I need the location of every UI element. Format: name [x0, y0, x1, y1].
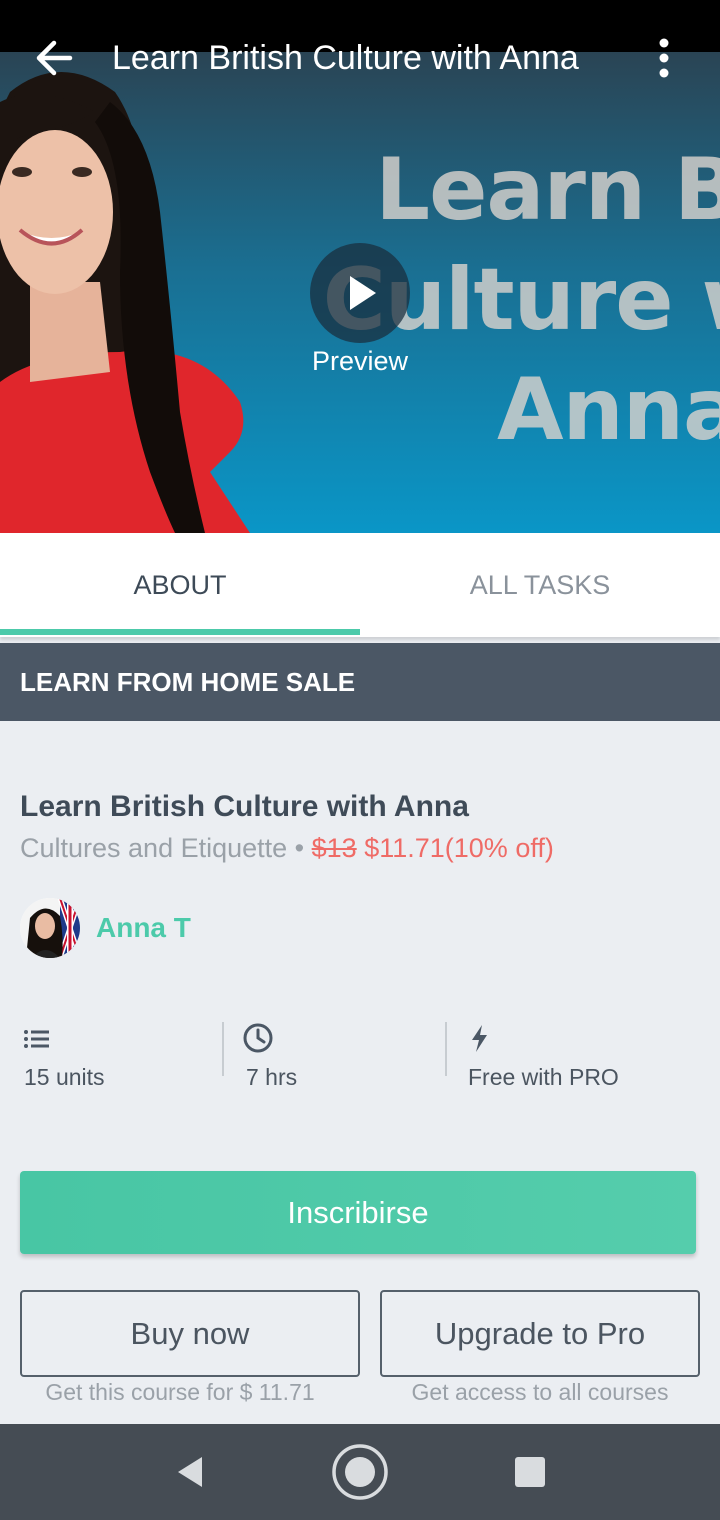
more-vert-icon [659, 38, 669, 78]
separator: • [287, 833, 312, 863]
arrow-left-icon [36, 40, 73, 76]
preview-label: Preview [311, 346, 409, 376]
more-options-button[interactable] [644, 36, 684, 80]
upgrade-caption: Get access to all courses [411, 1379, 669, 1405]
page-title: Learn British Culture with Anna [112, 39, 579, 77]
hero-title-line-1: Learn Br [375, 140, 720, 240]
nav-back-icon[interactable] [172, 1454, 208, 1490]
tab-all-tasks[interactable]: ALL TASKS [360, 533, 720, 637]
stat-divider [222, 1022, 224, 1076]
course-title: Learn British Culture with Anna [20, 790, 469, 823]
pro-label: Free with PRO [468, 1064, 619, 1090]
instructor-photo [0, 72, 250, 533]
nav-home-icon[interactable] [330, 1442, 390, 1502]
stat-units: 15 units [20, 1022, 200, 1090]
tab-about[interactable]: ABOUT [0, 533, 360, 637]
tab-bar: ABOUT ALL TASKS [0, 533, 720, 637]
lightning-icon [472, 1025, 487, 1052]
clock-icon [243, 1023, 273, 1053]
stat-divider [445, 1022, 447, 1076]
upgrade-to-pro-button[interactable]: Upgrade to Pro [380, 1290, 700, 1377]
list-icon [24, 1030, 49, 1048]
units-count: 15 units [24, 1064, 105, 1090]
author-avatar[interactable] [20, 898, 80, 958]
old-price: $13 [311, 833, 357, 863]
nav-recents-icon[interactable] [512, 1454, 548, 1490]
hours-count: 7 hrs [246, 1064, 298, 1090]
author-name[interactable]: Anna T [96, 912, 191, 944]
play-icon [350, 276, 376, 310]
course-category: Cultures and Etiquette [20, 833, 288, 863]
sale-banner: LEARN FROM HOME SALE [0, 643, 720, 721]
play-preview-button[interactable] [310, 243, 410, 343]
buy-caption: Get this course for $ 11.71 [45, 1379, 315, 1405]
buy-now-button[interactable]: Buy now [20, 1290, 360, 1377]
tab-selected-indicator [0, 629, 360, 635]
stat-pro: Free with PRO [464, 1022, 684, 1090]
enroll-button[interactable]: Inscribirse [20, 1171, 696, 1254]
stat-hours: 7 hrs [242, 1022, 422, 1090]
sale-price: $11.71(10% off) [356, 833, 554, 863]
course-subtitle: Cultures and Etiquette • $13 $11.71(10% … [20, 833, 554, 864]
hero-title-line-3: Anna [496, 360, 720, 460]
avatar [20, 898, 80, 958]
back-button[interactable] [30, 38, 82, 78]
system-nav-bar [0, 1424, 720, 1520]
